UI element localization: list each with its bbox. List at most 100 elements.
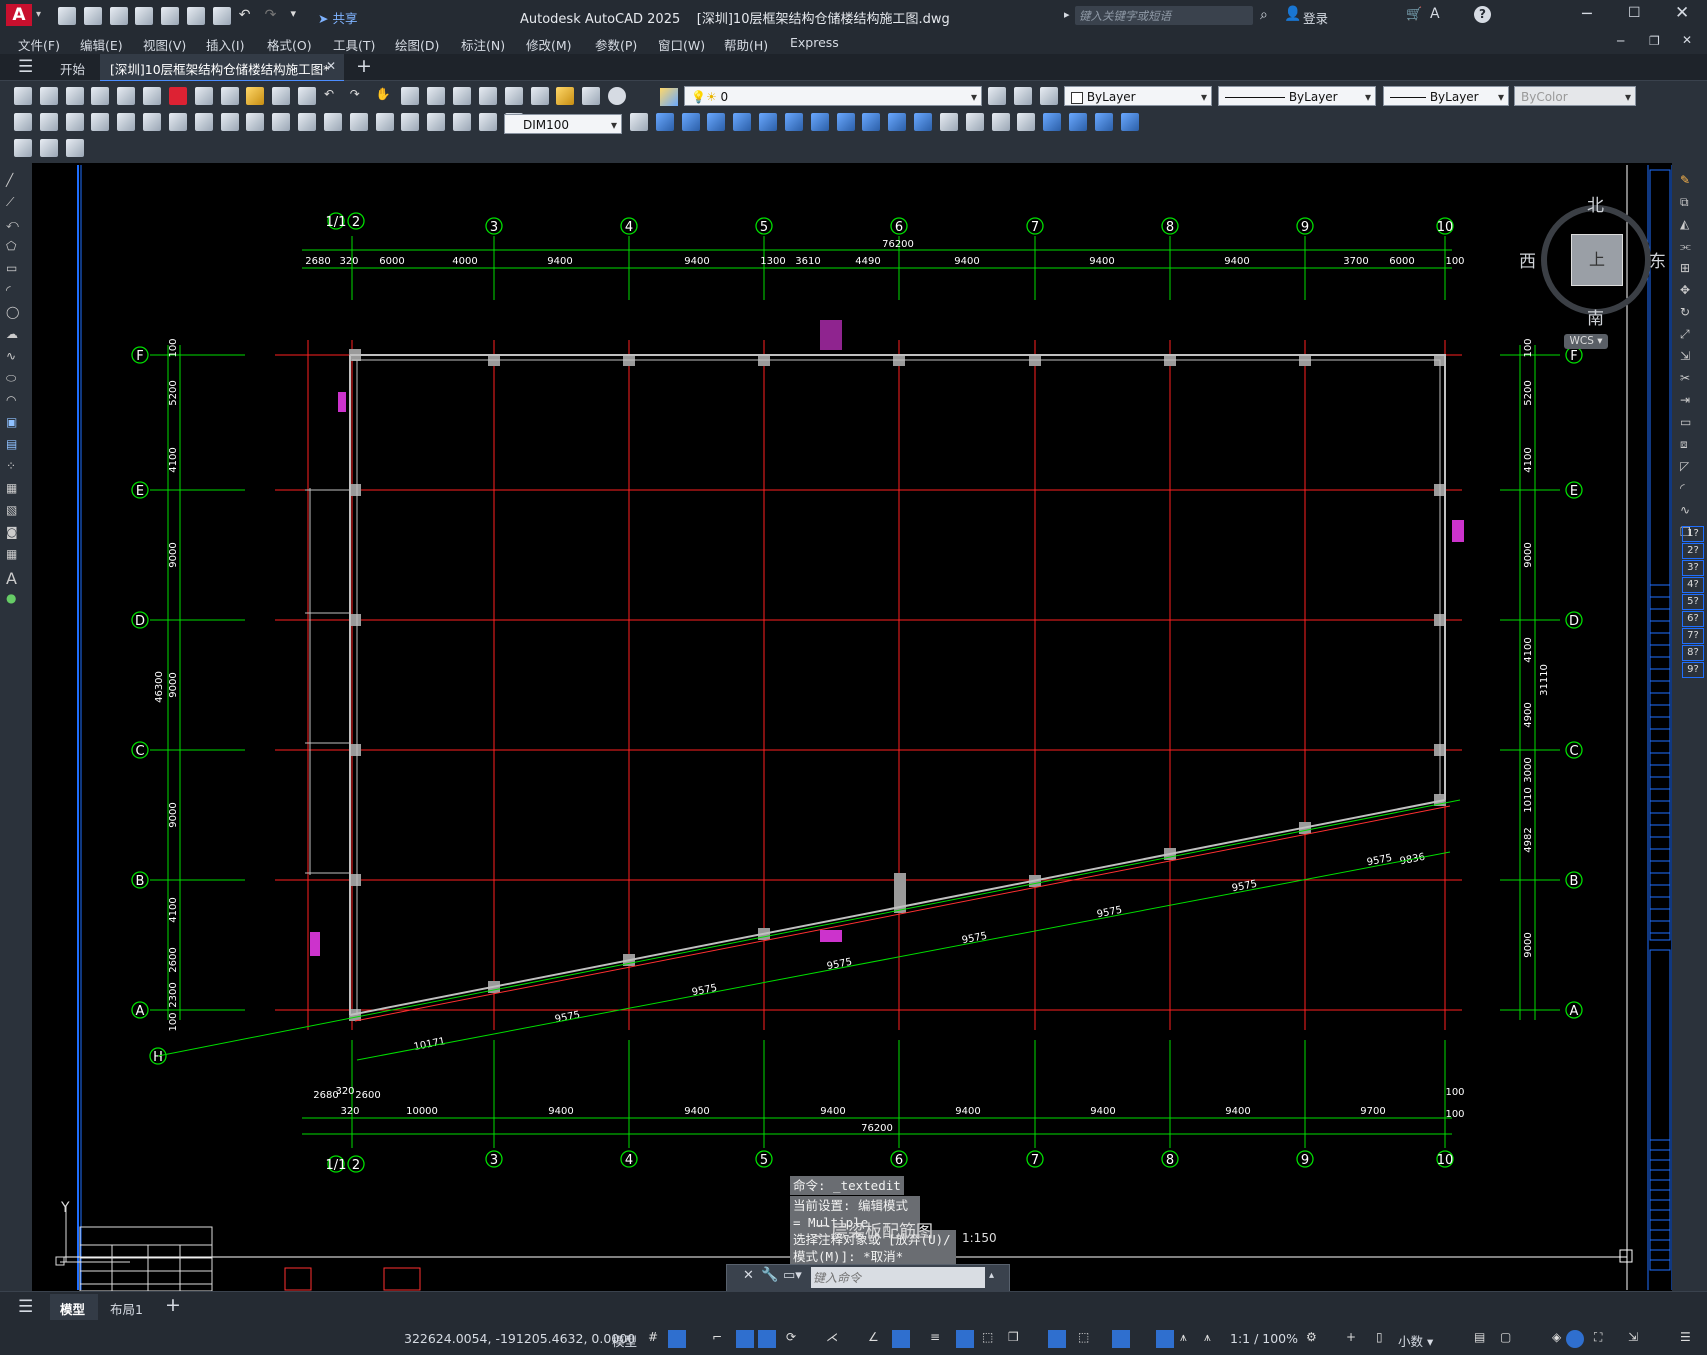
open-web-icon[interactable] <box>161 7 180 25</box>
dimstyle-dropdown[interactable]: DIM100 <box>504 114 622 135</box>
menu-window[interactable]: 窗口(W) <box>658 35 705 54</box>
draworder-above-icon[interactable] <box>707 113 726 131</box>
join-icon[interactable] <box>1043 113 1062 131</box>
publish-icon[interactable] <box>143 87 162 105</box>
right-panel-number[interactable]: 2? <box>1682 543 1704 559</box>
copy-icon[interactable] <box>220 87 239 105</box>
menu-draw[interactable]: 绘图(D) <box>395 35 439 54</box>
line-icon[interactable]: ⟋ <box>6 195 26 213</box>
ortho-icon[interactable] <box>736 1330 754 1348</box>
tolerance-icon[interactable] <box>349 113 368 131</box>
search-input[interactable]: 键入关键字或短语 <box>1075 6 1253 25</box>
doc-minimize-button[interactable]: ─ <box>1617 34 1624 48</box>
a360-icon[interactable]: A <box>1430 6 1440 22</box>
right-panel-number[interactable]: 7? <box>1682 628 1704 644</box>
design-center-icon[interactable] <box>504 87 523 105</box>
trim-right-icon[interactable]: ✂ <box>1680 371 1700 389</box>
new-icon[interactable] <box>58 7 76 25</box>
preview-icon[interactable] <box>117 87 136 105</box>
ellipse-arc-icon[interactable]: ◠ <box>6 393 26 411</box>
array-icon[interactable] <box>836 113 855 131</box>
quick-dim-icon[interactable] <box>220 113 239 131</box>
viewcube-top-face[interactable]: 上 <box>1571 234 1623 286</box>
block-editor-icon[interactable] <box>298 87 317 105</box>
right-panel-number[interactable]: 4? <box>1682 577 1704 593</box>
maximize-button[interactable]: ☐ <box>1628 5 1641 21</box>
hatch-icon[interactable]: ▦ <box>6 481 26 499</box>
search-icon[interactable]: ⌕ <box>1260 7 1268 23</box>
offset-icon[interactable] <box>810 113 829 131</box>
command-prompt-icon[interactable]: ▭▾ <box>783 1268 802 1283</box>
hamburger-menu-icon[interactable]: ☰ <box>18 57 33 77</box>
rotate-icon[interactable] <box>888 113 907 131</box>
units-icon[interactable]: ▯ <box>1376 1330 1394 1348</box>
sheet-set-icon[interactable] <box>556 87 575 105</box>
explode-icon[interactable] <box>1120 113 1139 131</box>
annotation-visibility-icon[interactable] <box>1156 1330 1174 1348</box>
wcs-dropdown[interactable]: WCS ▾ <box>1564 334 1608 349</box>
viewcube[interactable]: 上 北 南 西 东 <box>1519 191 1666 329</box>
clean-screen-icon[interactable]: ⛶ <box>1594 1330 1612 1348</box>
center-mark-icon[interactable] <box>375 113 394 131</box>
save-icon[interactable] <box>65 87 84 105</box>
menu-help[interactable]: 帮助(H) <box>724 35 768 54</box>
dim-text-edit-icon[interactable] <box>478 113 497 131</box>
isodraft-icon[interactable]: ⋌ <box>826 1330 844 1348</box>
revcloud-icon[interactable]: ☁ <box>6 327 26 345</box>
arc-icon[interactable]: ◜ <box>6 283 26 301</box>
lineweight-dropdown[interactable]: ByLayer <box>1383 86 1509 107</box>
undo-icon[interactable]: ↶ <box>324 87 342 105</box>
autoscale-icon[interactable]: ⩚ <box>1180 1330 1198 1348</box>
selection-cycling-icon[interactable]: ⬚ <box>982 1330 1000 1348</box>
chamfer-icon[interactable] <box>1069 113 1088 131</box>
mirror-right-icon[interactable]: ◭ <box>1680 217 1700 235</box>
linetype-dropdown[interactable]: ByLayer <box>1218 86 1376 107</box>
layer-properties-icon[interactable] <box>660 88 678 106</box>
help-icon[interactable]: ? <box>1474 6 1491 23</box>
customize-icon[interactable]: ▾ <box>290 7 308 25</box>
move-right-icon[interactable]: ✥ <box>1680 283 1700 301</box>
new-tab-button[interactable]: + <box>356 55 372 77</box>
copy-object-icon[interactable] <box>759 113 778 131</box>
polar-icon[interactable]: ⟳ <box>786 1330 804 1348</box>
region-icon[interactable]: ◙ <box>6 525 26 543</box>
snap-icon[interactable] <box>668 1330 686 1348</box>
fillet-icon[interactable] <box>1094 113 1113 131</box>
make-current-icon[interactable] <box>988 87 1006 105</box>
break-icon[interactable] <box>323 113 342 131</box>
continue-icon[interactable] <box>272 113 291 131</box>
arc-length-icon[interactable] <box>65 113 84 131</box>
menu-modify[interactable]: 修改(M) <box>526 35 572 54</box>
command-customize-icon[interactable]: 🔧 <box>761 1267 778 1283</box>
layer-state-icon[interactable] <box>1039 87 1058 105</box>
properties-icon[interactable] <box>478 87 497 105</box>
model-space-button[interactable]: 模型 <box>612 1331 637 1350</box>
chevron-right-icon[interactable]: ▸ <box>1064 8 1070 21</box>
doc-restore-button[interactable]: ❐ <box>1649 34 1660 48</box>
paste-icon[interactable] <box>246 87 265 105</box>
cad-drawing[interactable]: 2680 320 6000 4000 9400 9400 1300 3610 4490 9400 9… <box>32 163 1673 1292</box>
erase-icon[interactable] <box>733 113 752 131</box>
minimize-button[interactable]: ─ <box>1582 4 1592 23</box>
tool-palettes-icon[interactable] <box>530 87 549 105</box>
offset-right-icon[interactable]: ⫘ <box>1680 239 1700 257</box>
lock-ui-icon[interactable]: ▢ <box>1500 1330 1518 1348</box>
insert-block-icon[interactable]: ▣ <box>6 415 26 433</box>
extend-right-icon[interactable]: ⇥ <box>1680 393 1700 411</box>
transparency-icon[interactable] <box>956 1330 974 1348</box>
customize-status-icon[interactable]: ☰ <box>1680 1330 1698 1348</box>
angular-icon[interactable] <box>194 113 213 131</box>
rotate-right-icon[interactable]: ↻ <box>1680 305 1700 323</box>
open-icon[interactable] <box>83 7 102 25</box>
right-panel-number[interactable]: 8? <box>1682 645 1704 661</box>
zoom-window-icon[interactable] <box>427 87 446 105</box>
login-button[interactable]: 登录 <box>1303 8 1328 27</box>
break-right-icon[interactable]: ▭ <box>1680 415 1700 433</box>
close-button[interactable]: ✕ <box>1675 3 1689 23</box>
right-panel-number[interactable]: 9? <box>1682 662 1704 678</box>
help-icon[interactable] <box>608 87 627 105</box>
save-as-icon[interactable] <box>135 7 154 25</box>
compass-north[interactable]: 北 <box>1587 191 1604 216</box>
selection-filter-icon[interactable]: ⬚ <box>1078 1330 1096 1348</box>
color-dropdown[interactable]: ByLayer <box>1064 86 1212 107</box>
